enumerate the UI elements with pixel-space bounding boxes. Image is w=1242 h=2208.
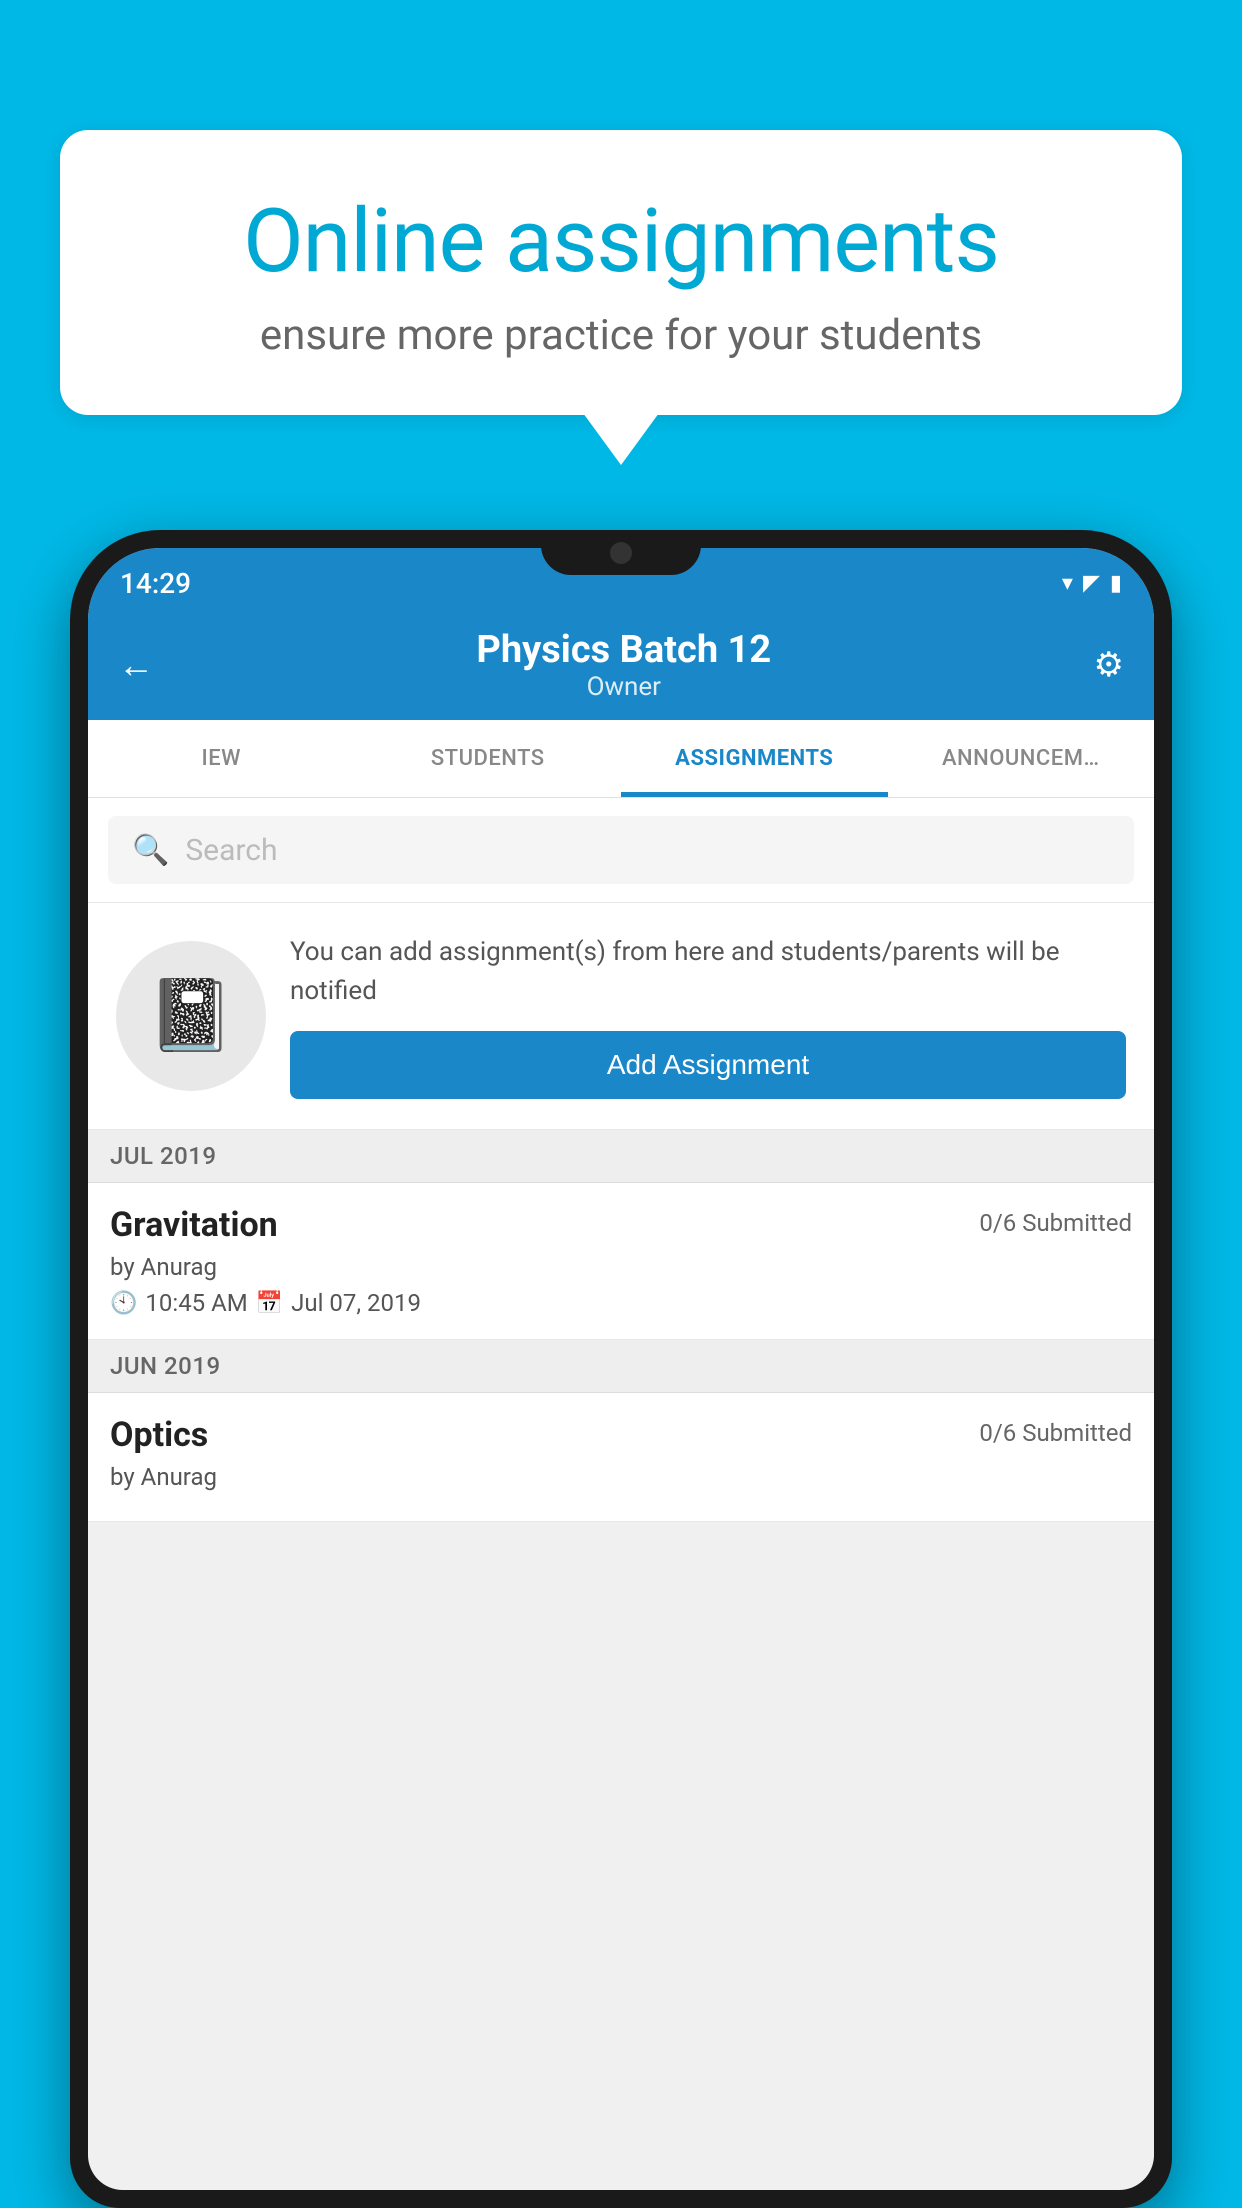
calendar-icon: 📅 [256,1291,283,1316]
assignment-by: by Anurag [110,1463,1132,1491]
tab-iew[interactable]: IEW [88,720,355,797]
assignment-meta: 🕙 10:45 AM 📅 Jul 07, 2019 [110,1289,1132,1317]
camera-icon [610,542,632,564]
tab-assignments[interactable]: ASSIGNMENTS [621,720,888,797]
add-assignment-button[interactable]: Add Assignment [290,1031,1126,1099]
search-container: 🔍 Search [88,798,1154,903]
assignment-name: Optics [110,1415,208,1455]
phone-frame: 14:29 ▾ ◤ ▮ ← Physics Batch 12 Owner ⚙ I… [70,530,1172,2208]
content-area: 🔍 Search 📓 You can add assignment(s) fro… [88,798,1154,1522]
speech-bubble: Online assignments ensure more practice … [60,130,1182,415]
notebook-icon: 📓 [147,975,234,1057]
assignment-name: Gravitation [110,1205,278,1245]
tab-announcements[interactable]: ANNOUNCEM… [888,720,1155,797]
settings-icon[interactable]: ⚙ [1094,645,1124,685]
assignment-item-optics[interactable]: Optics 0/6 Submitted by Anurag [88,1393,1154,1522]
clock-icon: 🕙 [110,1291,137,1316]
status-time: 14:29 [120,567,191,600]
promo-card: 📓 You can add assignment(s) from here an… [88,903,1154,1130]
app-header: ← Physics Batch 12 Owner ⚙ [88,610,1154,720]
phone-screen: 14:29 ▾ ◤ ▮ ← Physics Batch 12 Owner ⚙ I… [88,548,1154,2190]
assignment-submitted: 0/6 Submitted [979,1209,1132,1237]
batch-name: Physics Batch 12 [476,628,771,672]
search-icon: 🔍 [132,833,169,868]
role-label: Owner [476,672,771,702]
phone-notch [541,530,701,575]
assignment-row: Optics 0/6 Submitted [110,1415,1132,1455]
search-bar[interactable]: 🔍 Search [108,816,1134,884]
battery-icon: ▮ [1110,571,1122,596]
signal-icon: ◤ [1083,571,1100,596]
section-header-jul: JUL 2019 [88,1130,1154,1183]
wifi-icon: ▾ [1062,571,1073,596]
tab-students[interactable]: STUDENTS [355,720,622,797]
speech-bubble-container: Online assignments ensure more practice … [60,130,1182,415]
promo-icon-circle: 📓 [116,941,266,1091]
bubble-title: Online assignments [130,190,1112,293]
assignment-row: Gravitation 0/6 Submitted [110,1205,1132,1245]
tabs-bar: IEW STUDENTS ASSIGNMENTS ANNOUNCEM… [88,720,1154,798]
bubble-subtitle: ensure more practice for your students [130,311,1112,360]
assignment-time: 10:45 AM [145,1289,247,1317]
assignment-item-gravitation[interactable]: Gravitation 0/6 Submitted by Anurag 🕙 10… [88,1183,1154,1340]
back-button[interactable]: ← [118,644,154,686]
assignment-date: Jul 07, 2019 [291,1289,421,1317]
header-center: Physics Batch 12 Owner [476,628,771,702]
assignment-by: by Anurag [110,1253,1132,1281]
assignment-submitted: 0/6 Submitted [979,1419,1132,1447]
promo-description: You can add assignment(s) from here and … [290,933,1126,1011]
promo-content: You can add assignment(s) from here and … [290,933,1126,1099]
section-header-jun: JUN 2019 [88,1340,1154,1393]
search-placeholder: Search [185,833,277,868]
status-icons: ▾ ◤ ▮ [1062,571,1122,596]
